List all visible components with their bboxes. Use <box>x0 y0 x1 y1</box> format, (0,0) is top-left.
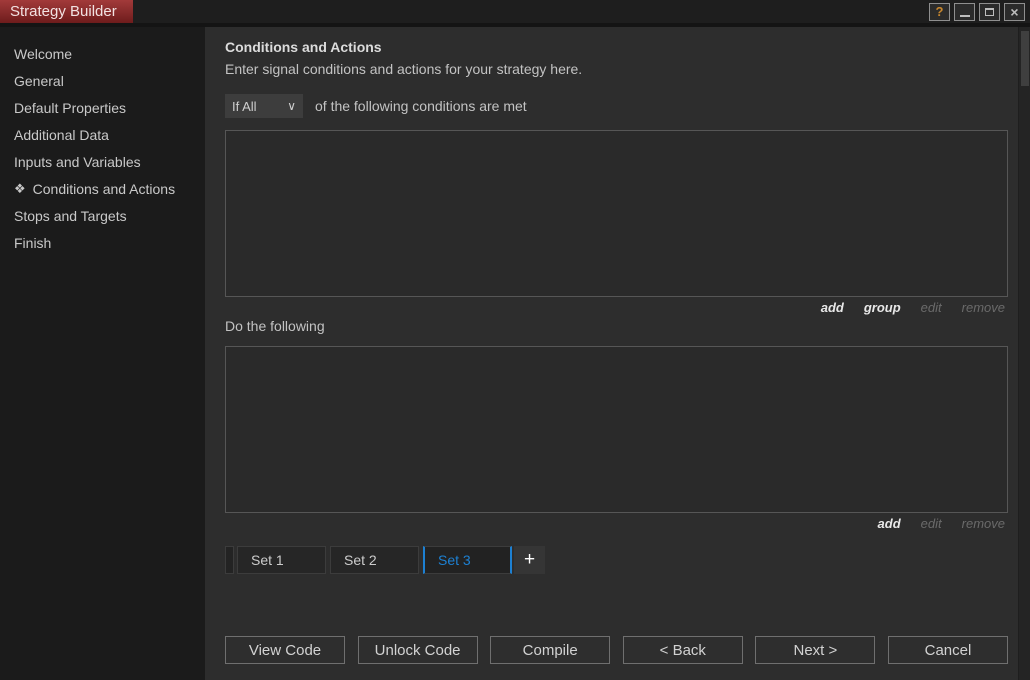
wizard-steps-sidebar: Welcome General Default Properties Addit… <box>0 27 205 680</box>
actions-listbox[interactable] <box>225 346 1008 513</box>
vertical-scrollbar[interactable] <box>1018 27 1030 680</box>
minimize-icon <box>959 14 970 17</box>
window-title: Strategy Builder <box>0 0 133 23</box>
condition-match-dropdown[interactable]: If All ∨ <box>225 94 303 118</box>
tab-set-2[interactable]: Set 2 <box>330 546 419 574</box>
tab-set-1[interactable]: Set 1 <box>237 546 326 574</box>
remove-action-link: remove <box>961 516 1005 531</box>
next-button[interactable]: Next > <box>755 636 876 664</box>
unlock-code-button[interactable]: Unlock Code <box>357 636 478 664</box>
add-action-link[interactable]: add <box>878 516 901 533</box>
condition-match-row: If All ∨ of the following conditions are… <box>225 94 1008 118</box>
help-button[interactable]: ? <box>929 2 950 21</box>
sidebar-item-label: Additional Data <box>14 126 109 143</box>
sidebar-item-finish[interactable]: Finish <box>0 229 205 256</box>
sidebar-item-label: Default Properties <box>14 99 127 116</box>
minimize-button[interactable] <box>954 2 975 21</box>
condition-set-tabs: Set 1 Set 2 Set 3 + <box>225 546 1008 574</box>
tab-set-3[interactable]: Set 3 <box>423 546 512 574</box>
actions-section-label: Do the following <box>225 318 325 334</box>
compile-button[interactable]: Compile <box>490 636 611 664</box>
page-title: Conditions and Actions <box>225 39 382 55</box>
title-bar: Strategy Builder ? × <box>0 0 1030 23</box>
view-code-button[interactable]: View Code <box>225 636 345 664</box>
cancel-button[interactable]: Cancel <box>887 636 1008 664</box>
chevron-down-icon: ∨ <box>287 99 296 113</box>
maximize-icon <box>985 7 994 16</box>
sidebar-item-default-properties[interactable]: Default Properties <box>0 94 205 121</box>
edit-action-link: edit <box>920 516 942 531</box>
add-set-button[interactable]: + <box>514 546 545 574</box>
sidebar-item-label: Finish <box>14 234 52 251</box>
condition-match-dropdown-value: If All <box>232 98 257 114</box>
actions-link-row: add edit remove <box>225 513 1008 533</box>
sidebar-item-label: Stops and Targets <box>14 207 127 224</box>
sidebar-item-stops-and-targets[interactable]: Stops and Targets <box>0 202 205 229</box>
tab-label: Set 2 <box>344 552 377 568</box>
sidebar-item-additional-data[interactable]: Additional Data <box>0 121 205 148</box>
tab-strip-sliver <box>225 546 234 574</box>
tab-label: Set 3 <box>438 552 471 568</box>
sidebar-item-label: General <box>14 72 64 89</box>
current-step-marker-icon: ❖ <box>14 180 26 196</box>
group-conditions-link[interactable]: group <box>864 300 901 317</box>
condition-match-caption: of the following conditions are met <box>315 98 527 114</box>
window-controls: ? × <box>929 0 1030 23</box>
page-subtitle: Enter signal conditions and actions for … <box>225 61 583 77</box>
strategy-builder-window: Strategy Builder ? × Welcome General Def… <box>0 0 1030 680</box>
sidebar-item-inputs-and-variables[interactable]: Inputs and Variables <box>0 148 205 175</box>
sidebar-item-label: Inputs and Variables <box>14 153 141 170</box>
sidebar-item-label: Welcome <box>14 45 73 62</box>
back-button[interactable]: < Back <box>622 636 743 664</box>
conditions-listbox[interactable] <box>225 130 1008 297</box>
sidebar-item-general[interactable]: General <box>0 67 205 94</box>
scrollbar-thumb[interactable] <box>1021 31 1029 86</box>
close-button[interactable]: × <box>1004 2 1025 21</box>
bottom-button-row: View Code Unlock Code Compile < Back Nex… <box>225 636 1008 664</box>
edit-condition-link: edit <box>920 300 942 315</box>
close-icon: × <box>1010 3 1019 20</box>
add-condition-link[interactable]: add <box>821 300 844 317</box>
sidebar-item-welcome[interactable]: Welcome <box>0 40 205 67</box>
conditions-link-row: add group edit remove <box>225 297 1008 317</box>
plus-icon: + <box>523 549 536 570</box>
tab-label: Set 1 <box>251 552 284 568</box>
maximize-button[interactable] <box>979 2 1000 21</box>
remove-condition-link: remove <box>961 300 1005 315</box>
sidebar-item-conditions-and-actions[interactable]: ❖ Conditions and Actions <box>0 175 205 202</box>
conditions-and-actions-panel: Conditions and Actions Enter signal cond… <box>205 27 1018 680</box>
sidebar-item-label: Conditions and Actions <box>32 180 176 197</box>
